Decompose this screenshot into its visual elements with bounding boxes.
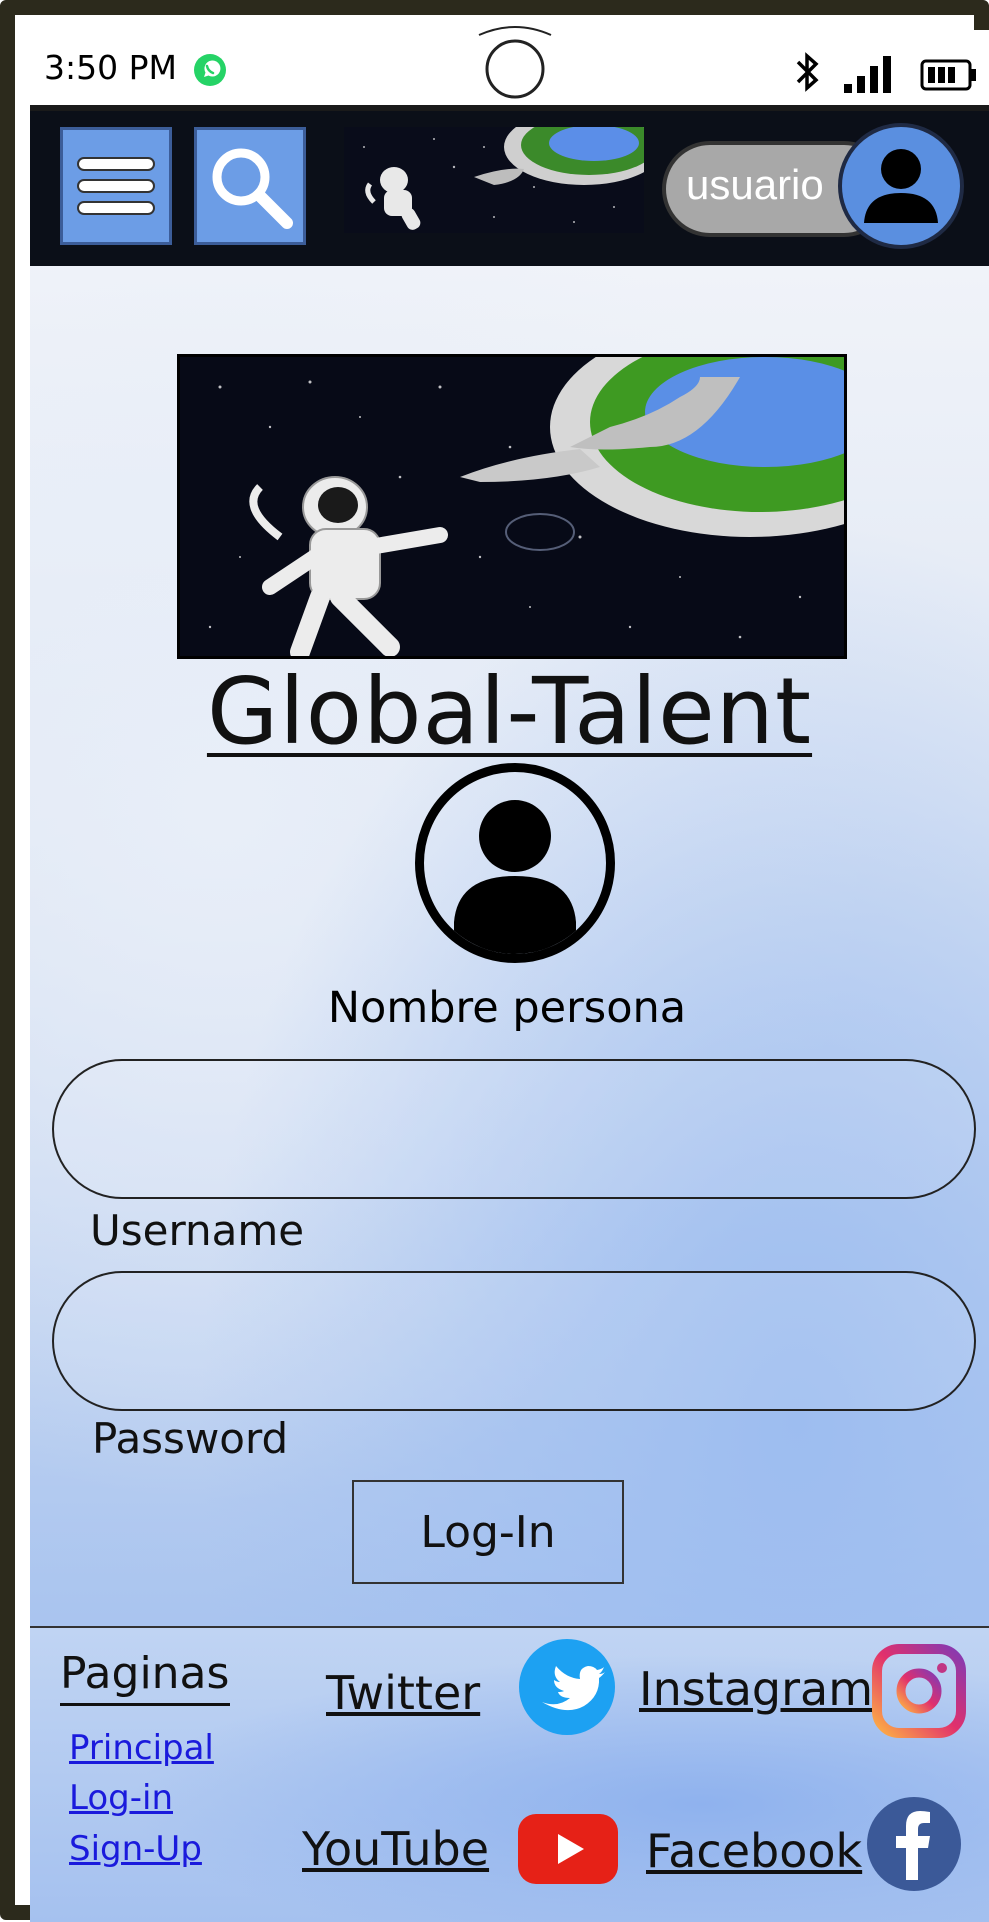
status-bar: 3:50 PM	[30, 26, 989, 111]
username-label: Username	[90, 1206, 305, 1255]
search-button[interactable]	[194, 127, 306, 245]
youtube-link[interactable]: YouTube	[302, 1822, 489, 1876]
phone-frame: 3:50 PM usuario Global-Talent Nombre per…	[0, 0, 989, 1922]
instagram-icon[interactable]	[872, 1644, 966, 1738]
astronaut-earth-illustration	[180, 357, 844, 656]
user-label: usuario	[686, 161, 824, 208]
footer: Paginas Principal Log-in Sign-Up Twitter…	[30, 1626, 989, 1922]
site-title: Global-Talent	[206, 658, 813, 765]
header-banner-image[interactable]	[344, 127, 644, 233]
password-label: Password	[92, 1414, 289, 1463]
facebook-icon[interactable]	[866, 1796, 962, 1892]
facebook-link[interactable]: Facebook	[646, 1824, 862, 1878]
battery-icon	[920, 59, 976, 91]
whatsapp-icon	[194, 54, 226, 86]
username-input[interactable]	[54, 1061, 974, 1197]
profile-avatar[interactable]	[415, 763, 615, 963]
main-content: Global-Talent Nombre persona Username Pa…	[30, 266, 989, 1626]
astronaut-earth-illustration	[344, 127, 644, 233]
camera-notch-icon	[478, 26, 552, 99]
status-time: 3:50 PM	[44, 48, 177, 87]
twitter-icon[interactable]	[518, 1638, 616, 1736]
user-icon	[864, 149, 938, 223]
twitter-link[interactable]: Twitter	[326, 1666, 480, 1720]
user-icon	[454, 800, 576, 954]
password-field[interactable]	[52, 1271, 976, 1411]
hero-image	[177, 354, 847, 659]
menu-icon	[77, 157, 155, 215]
user-avatar-button[interactable]	[838, 123, 964, 249]
youtube-icon[interactable]	[516, 1812, 620, 1886]
footer-link-signup[interactable]: Sign-Up	[69, 1829, 202, 1869]
signal-icon	[844, 56, 891, 93]
menu-button[interactable]	[60, 127, 172, 245]
instagram-link[interactable]: Instagram	[639, 1662, 873, 1716]
search-icon	[212, 148, 293, 229]
bluetooth-icon	[796, 52, 819, 92]
app-header: usuario	[30, 111, 989, 266]
footer-pages-title: Paginas	[60, 1648, 230, 1706]
username-field[interactable]	[52, 1059, 976, 1199]
person-name: Nombre persona	[327, 983, 687, 1033]
footer-link-principal[interactable]: Principal	[69, 1728, 214, 1768]
password-input[interactable]	[54, 1273, 974, 1409]
login-button[interactable]: Log-In	[352, 1480, 624, 1584]
footer-link-login[interactable]: Log-in	[69, 1778, 173, 1818]
